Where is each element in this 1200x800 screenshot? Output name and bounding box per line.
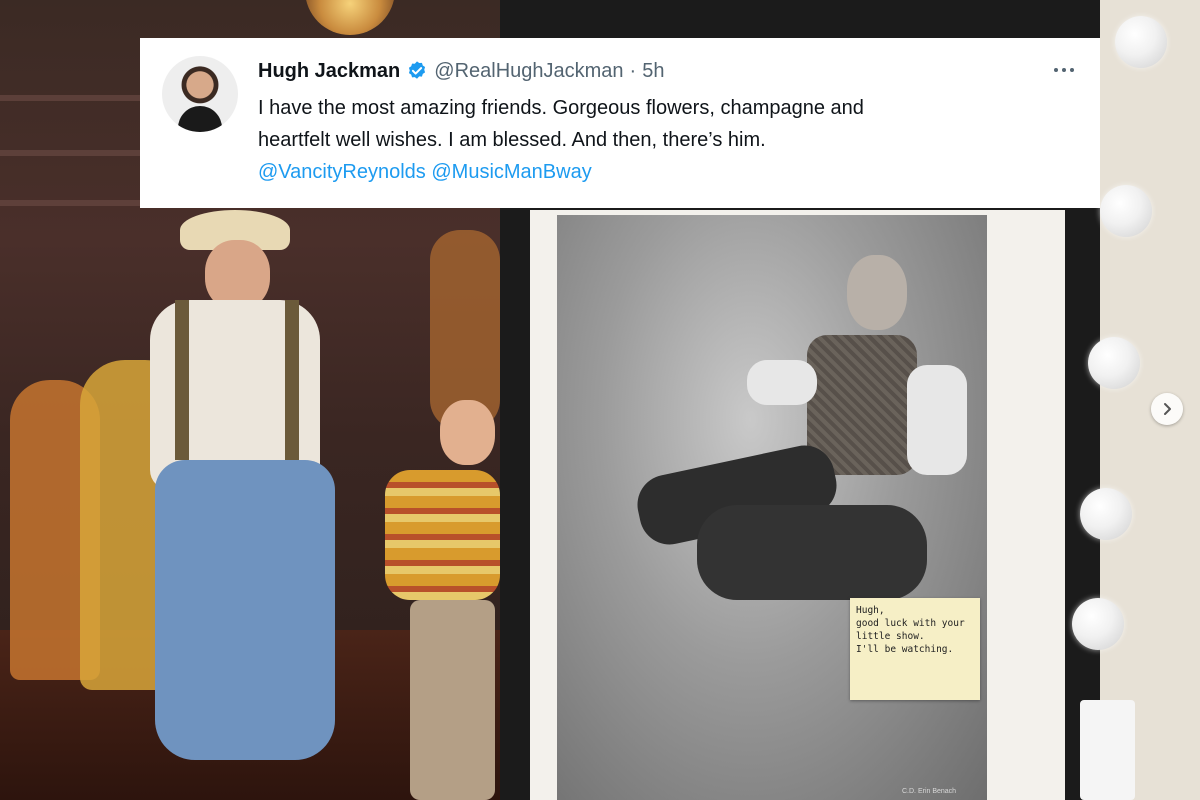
stage-lamp: [305, 0, 395, 35]
boy-pants: [410, 600, 495, 800]
vanity-bulb: [1088, 337, 1140, 389]
mention-link[interactable]: @VancityReynolds: [258, 161, 426, 183]
poster-figure-arm: [747, 360, 817, 405]
user-handle[interactable]: @RealHughJackman: [434, 60, 623, 83]
avatar[interactable]: [162, 56, 238, 132]
verified-badge-icon: [409, 61, 426, 79]
tweet-card[interactable]: Hugh Jackman @RealHughJackman · 5h I hav…: [140, 38, 1100, 208]
tweet-mentions: @VancityReynolds @MusicManBway: [258, 156, 1078, 188]
chevron-right-icon: [1164, 403, 1171, 415]
performer-jeans: [155, 460, 335, 760]
carousel-next-button[interactable]: [1151, 393, 1183, 425]
more-horizontal-icon[interactable]: [1050, 60, 1078, 80]
photo-credit: C.D. Erin Benach: [902, 788, 957, 795]
poster-figure-arm: [907, 365, 967, 475]
tweet-text-line: heartfelt well wishes. I am blessed. And…: [258, 129, 766, 151]
boy-face: [440, 400, 495, 465]
mention-link[interactable]: @MusicManBway: [431, 161, 591, 183]
tweet-text: I have the most amazing friends. Gorgeou…: [258, 92, 1078, 188]
poster-figure-head: [847, 255, 907, 330]
vanity-bulb: [1072, 598, 1124, 650]
boy-striped-shirt: [385, 470, 500, 600]
tweet-text-line: I have the most amazing friends. Gorgeou…: [258, 97, 864, 119]
performer-suspender: [175, 300, 189, 460]
poster-figure-leg: [697, 505, 927, 600]
dressing-room-wall: [1100, 0, 1200, 800]
framed-poster: [557, 215, 987, 800]
separator-dot: ·: [629, 59, 637, 82]
vanity-bulb: [1100, 185, 1152, 237]
sticky-note: Hugh, good luck with your little show. I…: [850, 598, 980, 700]
vanity-bulb: [1115, 16, 1167, 68]
wall-outlet: [1080, 700, 1135, 800]
display-name[interactable]: Hugh Jackman: [258, 60, 400, 83]
performer-suspender: [285, 300, 299, 460]
avatar-shirt: [178, 106, 222, 132]
vanity-bulb: [1080, 488, 1132, 540]
tweet-header: Hugh Jackman @RealHughJackman · 5h: [258, 58, 664, 84]
tweet-timestamp[interactable]: 5h: [642, 60, 664, 83]
